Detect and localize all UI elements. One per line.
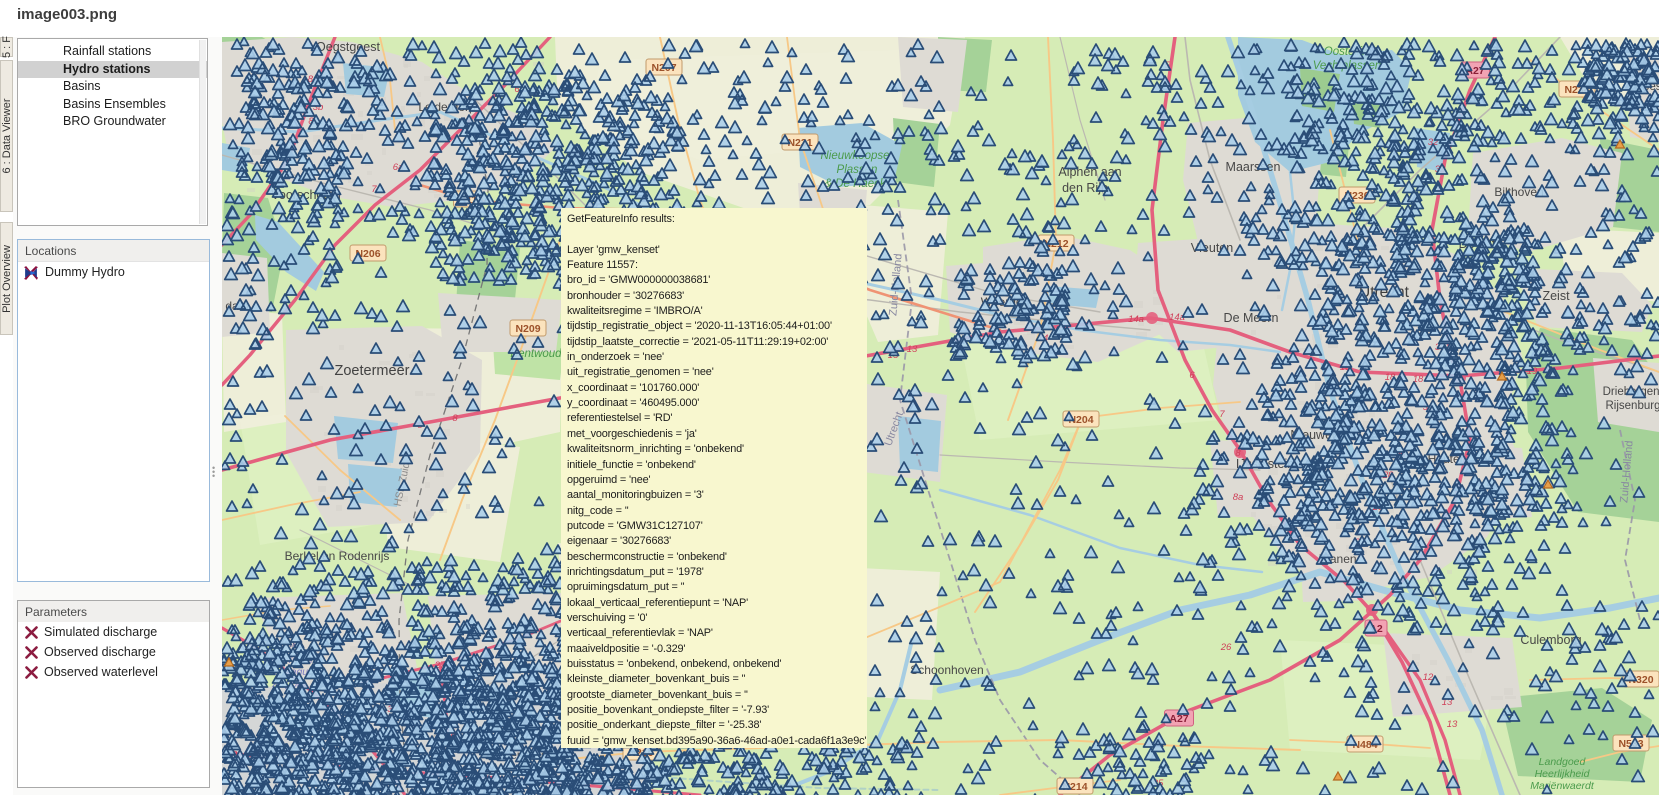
svg-text:26: 26 xyxy=(1220,642,1232,653)
svg-text:13: 13 xyxy=(1447,719,1458,730)
svg-text:6: 6 xyxy=(1189,370,1195,381)
svg-text:N209: N209 xyxy=(515,323,540,335)
svg-text:8: 8 xyxy=(1235,448,1241,459)
svg-text:8: 8 xyxy=(452,413,458,424)
svg-text:7: 7 xyxy=(1219,409,1225,420)
svg-text:Maarssen: Maarssen xyxy=(1226,160,1281,174)
svg-text:13: 13 xyxy=(907,344,918,355)
svg-text:14a: 14a xyxy=(1128,314,1144,325)
svg-text:Mariënwaerdt: Mariënwaerdt xyxy=(1530,780,1595,792)
svg-text:Rijsenburg: Rijsenburg xyxy=(1606,400,1659,412)
svg-text:Schoonhoven: Schoonhoven xyxy=(910,663,983,677)
svg-text:Landgoed: Landgoed xyxy=(1539,756,1587,768)
svg-text:Oegstgeest: Oegstgeest xyxy=(316,40,380,54)
svg-text:8a: 8a xyxy=(1233,492,1244,503)
svg-text:Heerlijkheid: Heerlijkheid xyxy=(1535,768,1591,780)
svg-text:Zeist: Zeist xyxy=(1542,289,1570,303)
